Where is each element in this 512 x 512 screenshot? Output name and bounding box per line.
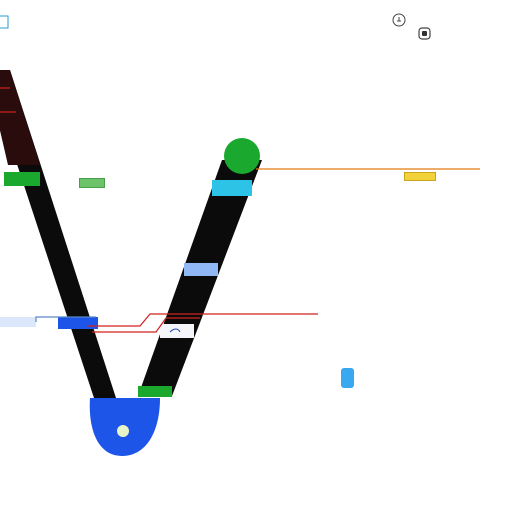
- left-blue-box: [0, 317, 36, 327]
- rounded-rect-icon: [341, 368, 354, 388]
- square-outline-icon: [0, 15, 9, 29]
- left-stroke-green-band: [4, 172, 40, 186]
- green-tag: [79, 178, 105, 188]
- left-stroke-blue-band: [58, 317, 98, 329]
- right-stroke-lightblue-band: [184, 263, 218, 276]
- diagram-canvas: [0, 13, 480, 456]
- circle-icon-mark: [397, 17, 401, 22]
- blue-knob-dot: [117, 425, 129, 437]
- red-connector-main: [88, 313, 318, 327]
- yellow-tag: [404, 172, 436, 181]
- rounded-square-icon-inner: [422, 31, 427, 36]
- left-stroke-dark-top: [0, 70, 40, 165]
- green-knob: [224, 138, 260, 174]
- right-stroke-green-band: [138, 386, 172, 397]
- right-stroke-white-band: [160, 324, 194, 338]
- right-stroke-cyan-band: [212, 180, 252, 196]
